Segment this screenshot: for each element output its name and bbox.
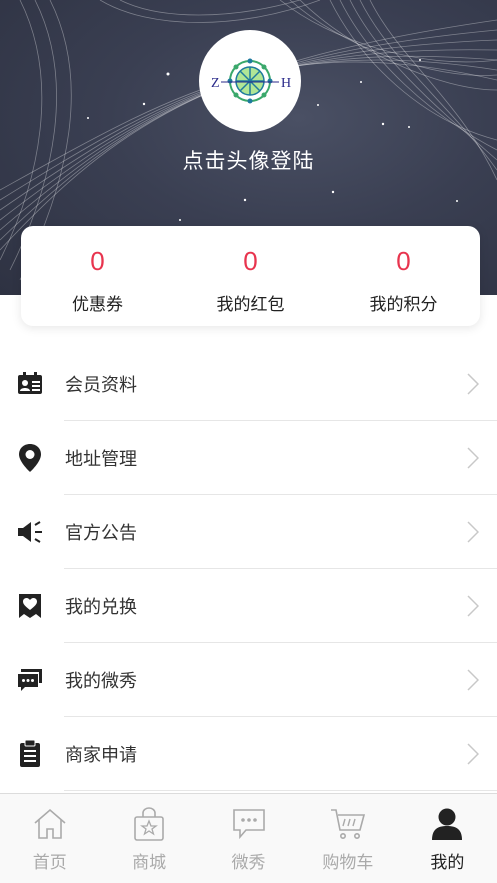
avatar[interactable]: Z H: [199, 30, 301, 132]
clipboard-icon: [17, 740, 43, 767]
megaphone-icon: [17, 519, 43, 545]
tab-cart[interactable]: 购物车: [298, 794, 397, 883]
home-icon: [32, 806, 68, 842]
tab-label: 首页: [32, 853, 67, 873]
tab-mall[interactable]: 商城: [99, 794, 198, 883]
menu-item-announcements[interactable]: 官方公告: [0, 495, 497, 569]
menu-item-label: 地址管理: [65, 449, 137, 470]
menu-item-redemptions[interactable]: 我的兑换: [0, 569, 497, 643]
chevron-right-icon: [467, 743, 479, 765]
menu-item-my-posts[interactable]: 我的微秀: [0, 643, 497, 717]
member-card-icon: [17, 371, 43, 397]
shopping-bag-icon: [131, 806, 167, 842]
chevron-right-icon: [467, 521, 479, 543]
menu-item-label: 我的兑换: [65, 597, 137, 618]
cart-icon: [330, 806, 366, 842]
tab-posts[interactable]: 微秀: [199, 794, 298, 883]
menu-item-label: 会员资料: [65, 375, 137, 396]
chat-icon: [231, 806, 267, 842]
bottom-tab-bar: 首页 商城 微秀 购物车 我的: [0, 793, 497, 883]
chevron-right-icon: [467, 447, 479, 469]
heart-ticket-icon: [17, 593, 43, 619]
stat-points[interactable]: 0 我的积分: [327, 226, 480, 326]
login-prompt[interactable]: 点击头像登陆: [0, 145, 497, 175]
stat-label: 我的红包: [216, 295, 285, 315]
location-pin-icon: [17, 444, 43, 472]
tab-mine[interactable]: 我的: [398, 794, 497, 883]
stat-value: 0: [90, 246, 105, 276]
chevron-right-icon: [467, 373, 479, 395]
logo-icon: Z H: [211, 58, 291, 104]
tab-label: 我的: [430, 853, 465, 873]
chevron-right-icon: [467, 669, 479, 691]
stats-card: 0 优惠券 0 我的红包 0 我的积分: [21, 226, 480, 326]
stat-coupons[interactable]: 0 优惠券: [21, 226, 174, 326]
logo-letter-h: H: [281, 76, 291, 91]
stat-value: 0: [396, 246, 411, 276]
tab-home[interactable]: 首页: [0, 794, 99, 883]
menu-item-member-info[interactable]: 会员资料: [0, 347, 497, 421]
menu-item-label: 我的微秀: [65, 671, 137, 692]
tab-label: 商城: [132, 853, 167, 873]
stat-value: 0: [243, 246, 258, 276]
stat-label: 我的积分: [369, 295, 438, 315]
menu-item-address[interactable]: 地址管理: [0, 421, 497, 495]
chevron-right-icon: [467, 595, 479, 617]
stat-red-packets[interactable]: 0 我的红包: [174, 226, 327, 326]
menu-list: 会员资料 地址管理 官方公告 我的兑换 我的微秀 商家申请: [0, 347, 497, 791]
menu-item-merchant-apply[interactable]: 商家申请: [0, 717, 497, 791]
tab-label: 微秀: [231, 853, 266, 873]
chat-bubble-icon: [17, 667, 43, 693]
stat-label: 优惠券: [72, 295, 123, 315]
logo-letter-z: Z: [211, 76, 220, 91]
menu-item-label: 商家申请: [65, 745, 137, 766]
menu-item-label: 官方公告: [65, 523, 137, 544]
user-icon: [429, 806, 465, 842]
tab-label: 购物车: [322, 853, 374, 873]
